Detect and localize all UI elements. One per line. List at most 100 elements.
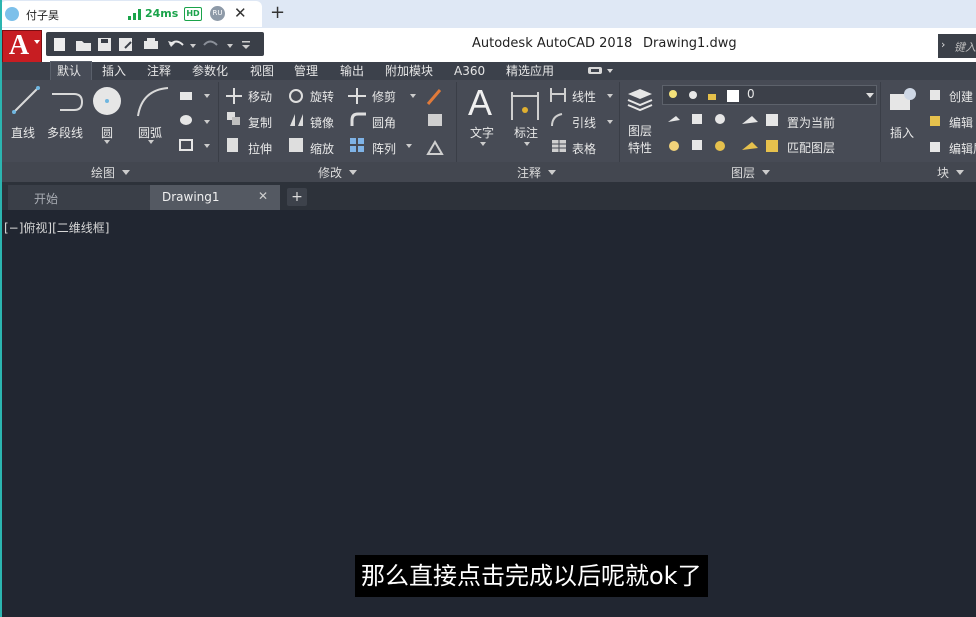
layer-off-icon <box>668 116 680 122</box>
insert-button[interactable]: 插入 <box>890 124 914 141</box>
table-icon <box>552 140 566 152</box>
tab-start-label: 开始 <box>34 192 59 206</box>
ribbon-options-icon[interactable] <box>588 66 616 76</box>
rectangle-icon <box>180 92 192 100</box>
print-icon <box>144 38 158 49</box>
trim-button[interactable]: 修剪 <box>372 88 396 105</box>
line-button[interactable]: 直线 <box>11 124 35 141</box>
save-icon <box>98 38 111 51</box>
tab-annotate[interactable]: 注释 <box>147 62 171 80</box>
lock-icon <box>708 94 716 100</box>
edit-block-icon <box>930 116 940 126</box>
browser-tab-title: 付子昊 <box>26 9 59 22</box>
erase-icon <box>426 89 442 105</box>
tab-insert[interactable]: 插入 <box>102 62 126 80</box>
rotate-icon <box>289 89 303 103</box>
copy-icon <box>227 112 240 125</box>
tab-home[interactable]: 默认 <box>57 62 81 80</box>
dimension-icon <box>511 92 539 120</box>
circle-button[interactable]: 圆 <box>101 124 113 141</box>
rotate-button[interactable]: 旋转 <box>310 88 334 105</box>
layer-walk-icon <box>692 140 702 150</box>
tab-start[interactable] <box>8 185 153 210</box>
region-badge[interactable]: RU <box>210 6 225 21</box>
draw-panel-title[interactable]: 绘图 <box>91 164 115 181</box>
tab-view[interactable]: 视图 <box>250 62 274 80</box>
layer-properties-label-2[interactable]: 特性 <box>628 139 652 156</box>
match-layer-button[interactable]: 匹配图层 <box>787 139 835 156</box>
linear-dim-icon <box>550 88 566 102</box>
set-current-button[interactable]: 置为当前 <box>787 114 835 131</box>
scale-icon <box>289 138 303 152</box>
arc-icon <box>137 87 169 117</box>
move-button[interactable]: 移动 <box>248 88 272 105</box>
tab-manage[interactable]: 管理 <box>294 62 318 80</box>
current-layer-value: 0 <box>747 87 755 101</box>
copy-button[interactable]: 复制 <box>248 114 272 131</box>
edit-attributes-button[interactable]: 编辑属 <box>949 140 976 157</box>
text-button[interactable]: 文字 <box>470 124 494 141</box>
block-panel-expand-icon[interactable] <box>956 170 964 175</box>
block-panel-title[interactable]: 块 <box>937 164 949 181</box>
arc-button[interactable]: 圆弧 <box>138 124 162 141</box>
annotation-panel-expand-icon[interactable] <box>548 170 556 175</box>
match-layer-icon <box>766 140 778 152</box>
user-avatar-icon <box>5 7 19 21</box>
layer-isolate-icon <box>692 114 702 124</box>
bulb-icon <box>669 90 677 98</box>
close-tab-icon[interactable]: ✕ <box>258 189 268 203</box>
layer-unlock-icon <box>742 142 758 150</box>
quick-access-icons <box>54 38 250 51</box>
latency-readout: 24ms <box>145 7 179 20</box>
array-icon <box>350 138 364 152</box>
tab-a360[interactable]: A360 <box>454 62 485 80</box>
modify-panel-expand-icon[interactable] <box>349 170 357 175</box>
polyline-button[interactable]: 多段线 <box>47 124 83 141</box>
annotation-panel-title[interactable]: 注释 <box>517 164 541 181</box>
layer-properties-icon <box>627 89 653 112</box>
trim-icon <box>348 88 366 104</box>
mirror-icon <box>290 114 303 126</box>
layers-panel-title[interactable]: 图层 <box>731 164 755 181</box>
create-block-button[interactable]: 创建 <box>949 88 973 105</box>
document-title: Drawing1.dwg <box>643 36 737 51</box>
tab-addins[interactable]: 附加模块 <box>385 62 433 80</box>
tab-close-icon[interactable]: ✕ <box>234 4 247 22</box>
linear-button[interactable]: 线性 <box>572 88 596 105</box>
explode-icon <box>428 114 442 126</box>
fillet-button[interactable]: 圆角 <box>372 114 396 131</box>
edit-attributes-icon <box>930 142 940 152</box>
leader-button[interactable]: 引线 <box>572 114 596 131</box>
move-icon <box>226 88 242 104</box>
polyline-icon <box>52 93 84 111</box>
table-button[interactable]: 表格 <box>572 140 596 157</box>
stretch-button[interactable]: 拉伸 <box>248 140 272 157</box>
tab-output[interactable]: 输出 <box>340 62 364 80</box>
layer-properties-label-1[interactable]: 图层 <box>628 122 652 139</box>
redo-icon <box>203 40 233 48</box>
mirror-button[interactable]: 镜像 <box>310 114 334 131</box>
customize-qat-icon <box>242 41 250 49</box>
tab-drawing1-label: Drawing1 <box>162 190 220 204</box>
layers-panel-expand-icon[interactable] <box>762 170 770 175</box>
viewport-controls-label[interactable]: [−]俯视][二维线框] <box>4 219 109 236</box>
edit-block-button[interactable]: 编辑 <box>949 114 973 131</box>
tab-featured-apps[interactable]: 精选应用 <box>506 62 554 80</box>
layer-dropdown-chevron-icon[interactable] <box>866 93 874 98</box>
layer-freeze-icon <box>715 114 725 124</box>
leader-icon <box>551 113 563 127</box>
modify-panel-title[interactable]: 修改 <box>318 164 342 181</box>
tab-parametric[interactable]: 参数化 <box>192 62 228 80</box>
new-drawing-tab-button[interactable]: + <box>287 188 307 206</box>
hd-badge[interactable]: HD <box>184 7 202 21</box>
search-expand-icon[interactable]: › <box>941 38 945 51</box>
draw-panel-expand-icon[interactable] <box>122 170 130 175</box>
array-button[interactable]: 阵列 <box>372 140 396 157</box>
video-subtitle: 那么直接点击完成以后呢就ok了 <box>355 555 708 597</box>
search-placeholder: 键入 <box>954 41 976 54</box>
app-menu-chevron-icon <box>34 40 40 44</box>
dimension-button[interactable]: 标注 <box>514 124 538 141</box>
new-tab-button[interactable]: + <box>270 2 285 23</box>
scale-button[interactable]: 缩放 <box>310 140 334 157</box>
block-tool-icons <box>930 90 940 152</box>
